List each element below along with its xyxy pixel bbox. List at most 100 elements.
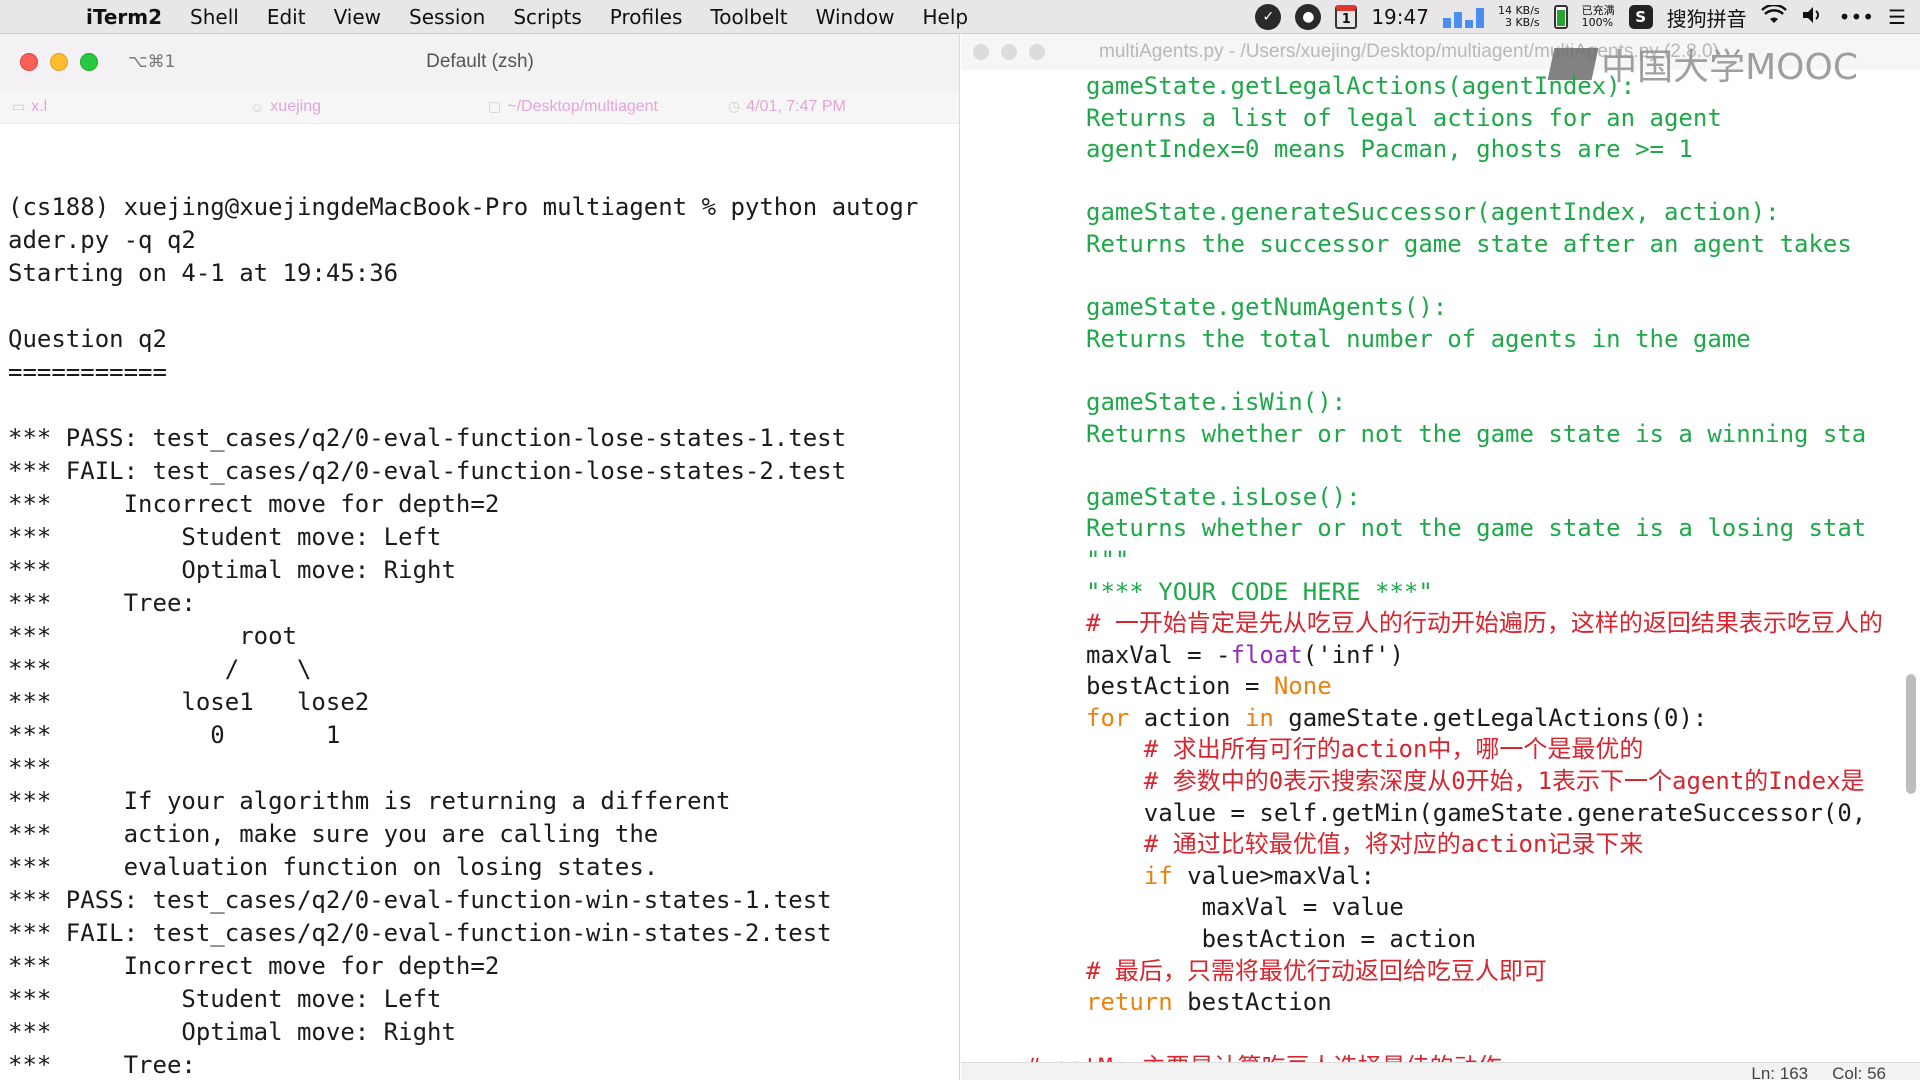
menu-profiles[interactable]: Profiles <box>596 5 697 29</box>
code-line: Returns a list of legal actions for an a… <box>1086 103 1916 135</box>
code-line: # 一开始肯定是先从吃豆人的行动开始遍历，这样的返回结果表示吃豆人的 <box>1086 608 1916 640</box>
code-token: maxVal = value <box>1086 893 1404 922</box>
terminal-line: *** Student move: Left <box>8 523 442 551</box>
code-line: Returns whether or not the game state is… <box>1086 419 1916 451</box>
code-line: Returns the successor game state after a… <box>1086 229 1916 261</box>
terminal-line: *** FAIL: test_cases/q2/0-eval-function-… <box>8 457 847 485</box>
code-token: # 求出所有可行的action中，哪一个是最优的 <box>1086 735 1644 764</box>
terminal-line: *** 0 1 <box>8 721 341 749</box>
code-line: # 求出所有可行的action中，哪一个是最优的 <box>1086 734 1916 766</box>
editor-zoom-button[interactable] <box>1029 44 1045 60</box>
cursor-column[interactable]: Col: 56 <box>1832 1064 1886 1080</box>
notification-center-icon[interactable]: ☰ <box>1888 5 1906 29</box>
menu-view[interactable]: View <box>320 5 395 29</box>
menu-app-iterm2[interactable]: iTerm2 <box>64 5 176 29</box>
wifi-icon[interactable] <box>1760 3 1787 30</box>
code-token: agentIndex=0 means Pacman, ghosts are >=… <box>1086 135 1693 164</box>
battery-icon[interactable] <box>1553 5 1568 29</box>
cursor-line[interactable]: Ln: 163 <box>1751 1064 1808 1080</box>
editor-close-button[interactable] <box>973 44 989 60</box>
code-token: Returns a list of legal actions for an a… <box>1086 103 1722 132</box>
code-token: gameState.isLose(): <box>1086 482 1361 511</box>
terminal-line: *** lose1 lose2 <box>8 688 370 716</box>
code-editor[interactable]: gameState.getLegalActions(agentIndex): Re… <box>1086 71 1916 1071</box>
code-token: """ <box>1086 545 1130 574</box>
record-app-icon[interactable]: ● <box>1295 4 1322 30</box>
code-token: bestAction = <box>1086 672 1274 701</box>
zoom-button[interactable] <box>80 53 98 71</box>
editor-minimize-button[interactable] <box>1001 44 1017 60</box>
code-line: if value>maxVal: <box>1086 861 1916 893</box>
menu-edit[interactable]: Edit <box>253 5 320 29</box>
terminal-line: *** Optimal move: Right <box>8 1018 456 1046</box>
menu-window[interactable]: Window <box>802 5 909 29</box>
user-icon: ☺ <box>250 98 265 115</box>
sogou-ime-icon[interactable]: S <box>1628 5 1653 29</box>
status-directory-label: ~/Desktop/multiagent <box>507 97 658 115</box>
terminal-output[interactable]: (cs188) xuejing@xuejingdeMacBook-Pro mul… <box>8 158 958 1078</box>
more-menu-icon[interactable]: ••• <box>1839 5 1874 29</box>
code-token: # 通过比较最优值，将对应的action记录下来 <box>1086 830 1644 859</box>
terminal-line: *** Tree: <box>8 1051 196 1078</box>
code-token: bestAction = action <box>1086 925 1477 954</box>
terminal-line: *** <box>8 754 52 782</box>
code-line: gameState.getNumAgents(): <box>1086 292 1916 324</box>
window-controls <box>20 53 98 71</box>
volume-icon[interactable] <box>1801 5 1825 30</box>
close-button[interactable] <box>20 53 38 71</box>
code-token: in <box>1244 703 1274 732</box>
terminal-line: *** action, make sure you are calling th… <box>8 820 659 848</box>
status-clock-label: 4/01, 7:47 PM <box>746 97 846 115</box>
code-token: Returns whether or not the game state is… <box>1086 419 1867 448</box>
menu-shell[interactable]: Shell <box>176 5 253 29</box>
code-line: gameState.generateSuccessor(agentIndex, … <box>1086 197 1916 229</box>
code-token: gameState.getLegalActions(0): <box>1273 703 1708 732</box>
net-down-rate: 3 KB/s <box>1504 16 1540 29</box>
terminal-line: *** / \ <box>8 655 312 683</box>
minimize-button[interactable] <box>50 53 68 71</box>
status-host[interactable]: ▭ x.l <box>12 98 47 116</box>
terminal-line: ader.py -q q2 <box>8 226 196 254</box>
code-line: agentIndex=0 means Pacman, ghosts are >=… <box>1086 134 1916 166</box>
menu-session[interactable]: Session <box>395 5 499 29</box>
menu-toolbelt[interactable]: Toolbelt <box>696 5 801 29</box>
terminal-line: *** If your algorithm is returning a dif… <box>8 787 731 815</box>
editor-window: multiAgents.py - /Users/xuejing/Desktop/… <box>961 34 1920 1080</box>
calendar-icon[interactable]: 1 <box>1335 5 1358 29</box>
code-line: gameState.isWin(): <box>1086 387 1916 419</box>
code-token: Returns the successor game state after a… <box>1086 229 1852 258</box>
status-user[interactable]: ☺ xuejing <box>250 98 321 116</box>
helper-app-icon[interactable]: ✓ <box>1255 4 1282 30</box>
terminal-line: Starting on 4-1 at 19:45:36 <box>8 259 399 287</box>
code-line: # 参数中的0表示搜索深度从0开始，1表示下一个agent的Index是 <box>1086 766 1916 798</box>
iterm-window: ⌥⌘1 Default (zsh) ▭ x.l ☺ xuejing ▢ ~/De… <box>0 34 960 1080</box>
status-clock[interactable]: ◷ 4/01, 7:47 PM <box>728 98 846 116</box>
battery-percent: 100% <box>1581 16 1614 29</box>
battery-status: 已充满 100% <box>1582 5 1615 29</box>
code-line: maxVal = -float('inf') <box>1086 640 1916 672</box>
code-line: bestAction = None <box>1086 671 1916 703</box>
terminal-line: *** FAIL: test_cases/q2/0-eval-function-… <box>8 919 832 947</box>
editor-scrollbar[interactable] <box>1906 674 1916 794</box>
tab-shortcut: ⌥⌘1 <box>128 52 176 72</box>
terminal-line: *** evaluation function on losing states… <box>8 853 659 881</box>
code-token: float <box>1230 640 1303 669</box>
menu-scripts[interactable]: Scripts <box>499 5 595 29</box>
code-token: action <box>1129 703 1245 732</box>
code-token: ('inf') <box>1302 640 1404 669</box>
menu-clock[interactable]: 19:47 <box>1371 5 1429 29</box>
terminal-line: (cs188) xuejing@xuejingdeMacBook-Pro mul… <box>8 193 919 221</box>
menu-help[interactable]: Help <box>909 5 983 29</box>
iterm-titlebar[interactable]: ⌥⌘1 Default (zsh) <box>0 34 959 90</box>
network-stats[interactable]: 14 KB/s 3 KB/s <box>1498 5 1540 29</box>
input-method-label[interactable]: 搜狗拼音 <box>1667 3 1747 32</box>
code-token: value>maxVal: <box>1172 861 1375 890</box>
cpu-meter-icon[interactable] <box>1442 6 1484 28</box>
status-directory[interactable]: ▢ ~/Desktop/multiagent <box>488 98 658 116</box>
terminal-line: Question q2 <box>8 325 167 353</box>
clock-icon: ◷ <box>728 98 741 114</box>
folder-icon: ▢ <box>488 98 502 114</box>
